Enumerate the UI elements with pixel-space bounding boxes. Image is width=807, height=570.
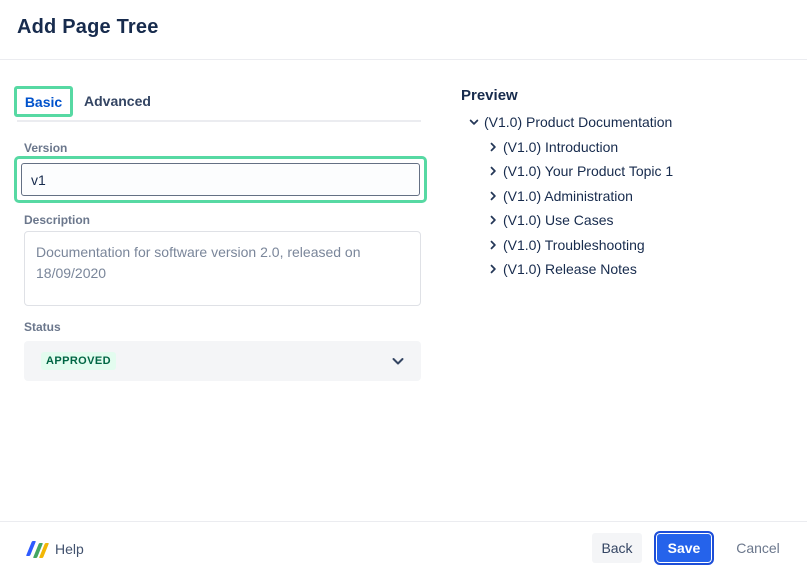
chevron-right-icon[interactable] — [485, 237, 501, 253]
tree-item-label: (V1.0) Product Documentation — [484, 114, 672, 130]
help-link[interactable]: Help — [29, 538, 84, 560]
chevron-right-icon[interactable] — [485, 163, 501, 179]
preview-heading: Preview — [461, 87, 518, 104]
tree-item-label: (V1.0) Use Cases — [503, 212, 613, 228]
status-dropdown[interactable]: APPROVED — [24, 341, 421, 381]
k15t-slashes-icon — [29, 541, 46, 558]
cancel-button[interactable]: Cancel — [731, 533, 785, 563]
version-annotation-box — [14, 156, 427, 203]
chevron-right-icon[interactable] — [485, 261, 501, 277]
add-page-tree-dialog: Add Page Tree Basic Advanced Version Des… — [0, 0, 807, 570]
footer-divider — [0, 521, 807, 522]
chevron-down-icon — [390, 353, 406, 369]
tree-item-label: (V1.0) Your Product Topic 1 — [503, 163, 673, 179]
back-button[interactable]: Back — [592, 533, 642, 563]
description-label: Description — [24, 213, 90, 227]
status-badge: APPROVED — [41, 352, 116, 370]
chevron-right-icon[interactable] — [485, 212, 501, 228]
tree-item-label: (V1.0) Release Notes — [503, 261, 637, 277]
tree-item-root[interactable]: (V1.0) Product Documentation — [461, 110, 673, 135]
tree-item-label: (V1.0) Administration — [503, 188, 633, 204]
tree-item[interactable]: (V1.0) Introduction — [461, 135, 673, 160]
tree-item-label: (V1.0) Introduction — [503, 139, 618, 155]
tab-basic-label: Basic — [25, 94, 62, 110]
version-input[interactable] — [21, 163, 420, 196]
tree-item[interactable]: (V1.0) Release Notes — [461, 257, 673, 282]
tree-item[interactable]: (V1.0) Your Product Topic 1 — [461, 159, 673, 184]
tree-item[interactable]: (V1.0) Use Cases — [461, 208, 673, 233]
page-title: Add Page Tree — [17, 16, 159, 39]
chevron-right-icon[interactable] — [485, 139, 501, 155]
tab-advanced[interactable]: Advanced — [84, 93, 151, 109]
tree-item-label: (V1.0) Troubleshooting — [503, 237, 645, 253]
tree-item[interactable]: (V1.0) Troubleshooting — [461, 233, 673, 258]
tree-item[interactable]: (V1.0) Administration — [461, 184, 673, 209]
save-button[interactable]: Save — [654, 531, 714, 565]
status-label: Status — [24, 320, 61, 334]
title-divider — [0, 59, 807, 60]
chevron-right-icon[interactable] — [485, 188, 501, 204]
tab-basic[interactable]: Basic — [14, 86, 73, 117]
tab-bar: Basic Advanced — [17, 86, 421, 122]
description-textarea[interactable] — [24, 231, 421, 306]
version-label: Version — [24, 141, 67, 155]
help-label: Help — [55, 541, 84, 557]
preview-tree: (V1.0) Product Documentation (V1.0) Intr… — [461, 110, 673, 282]
chevron-down-icon[interactable] — [466, 114, 482, 130]
